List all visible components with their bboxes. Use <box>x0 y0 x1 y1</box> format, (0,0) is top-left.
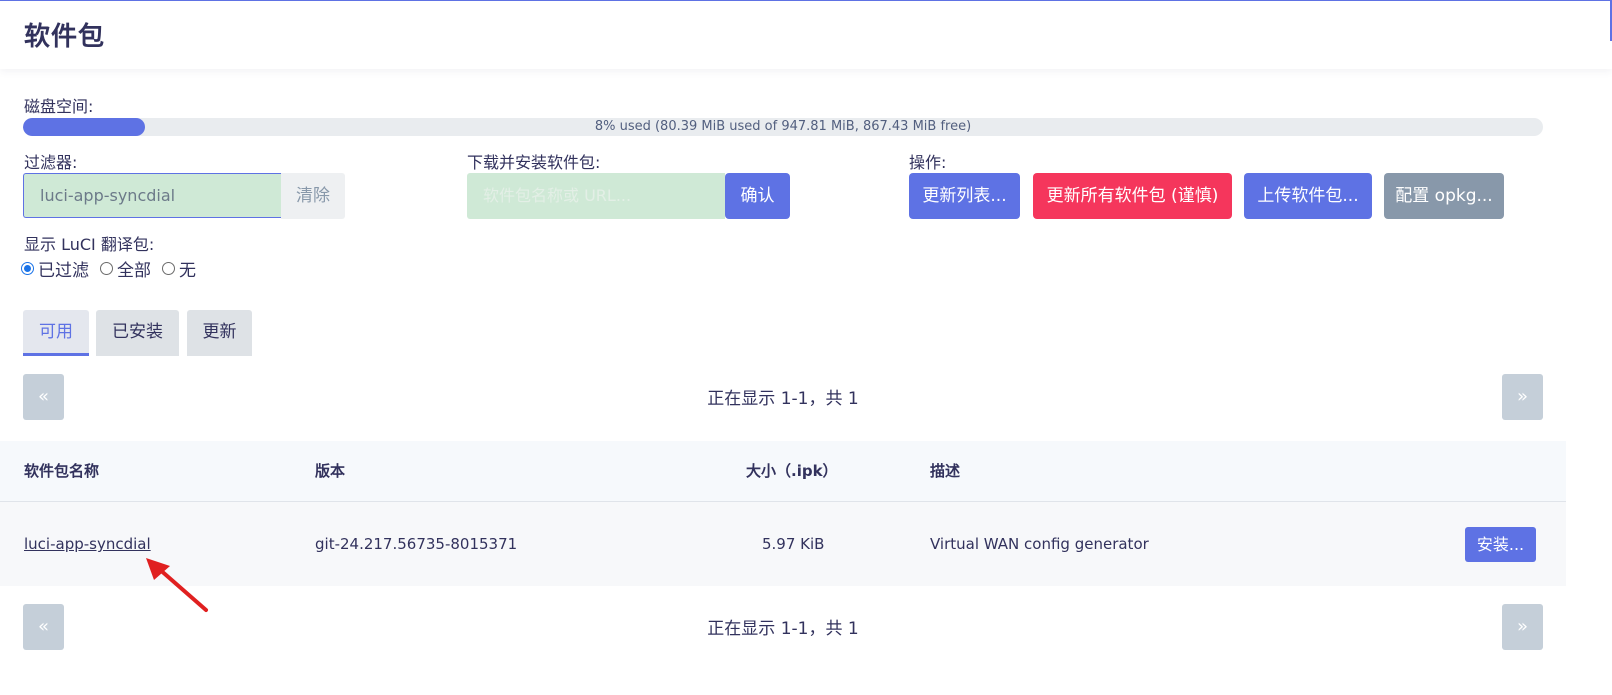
table-row: luci-app-syncdial git-24.217.56735-80153… <box>0 502 1566 586</box>
pager-next-button[interactable]: » <box>1502 374 1543 420</box>
luci-translation-options: 已过滤 全部 无 <box>18 256 204 281</box>
update-lists-button[interactable]: 更新列表... <box>909 173 1020 219</box>
disk-usage-bar: 8% used (80.39 MiB used of 947.81 MiB, 8… <box>23 118 1543 136</box>
clear-filter-button[interactable]: 清除 <box>281 173 345 219</box>
column-header-description: 描述 <box>930 462 961 480</box>
upload-package-button[interactable]: 上传软件包... <box>1244 173 1372 219</box>
filter-input[interactable]: luci-app-syncdial <box>23 173 281 218</box>
package-table-header: 软件包名称 版本 大小（.ipk） 描述 <box>0 441 1566 502</box>
tab-updates[interactable]: 更新 <box>187 310 252 356</box>
disk-usage-text: 8% used (80.39 MiB used of 947.81 MiB, 8… <box>594 119 972 134</box>
disk-space-label: 磁盘空间: <box>24 97 94 116</box>
package-description: Virtual WAN config generator <box>930 535 1149 553</box>
luci-translation-label: 显示 LuCI 翻译包: <box>24 235 155 254</box>
tab-available[interactable]: 可用 <box>23 310 89 356</box>
filter-label: 过滤器: <box>24 153 78 172</box>
radio-none-label: 无 <box>179 260 196 281</box>
package-size: 5.97 KiB <box>762 535 825 553</box>
install-button[interactable]: 安装... <box>1465 527 1536 562</box>
package-name-link[interactable]: luci-app-syncdial <box>24 535 151 553</box>
radio-filtered-label: 已过滤 <box>38 260 89 281</box>
column-header-name: 软件包名称 <box>24 462 100 480</box>
radio-none[interactable] <box>162 261 175 275</box>
column-header-version: 版本 <box>315 462 346 480</box>
pager-status: 正在显示 1-1，共 1 <box>707 389 859 409</box>
annotation-arrow-icon <box>146 558 208 612</box>
page-title: 软件包 <box>24 22 106 52</box>
actions-label: 操作: <box>909 153 947 172</box>
pager-status-bottom: 正在显示 1-1，共 1 <box>707 619 859 639</box>
radio-filtered[interactable] <box>21 261 34 275</box>
tab-installed[interactable]: 已安装 <box>96 310 179 356</box>
page-header: 软件包 <box>0 0 1612 69</box>
confirm-button[interactable]: 确认 <box>725 173 790 219</box>
package-url-input[interactable]: 软件包名称或 URL... <box>467 173 725 219</box>
upgrade-all-button[interactable]: 更新所有软件包 (谨慎) <box>1033 173 1232 219</box>
configure-opkg-button[interactable]: 配置 opkg... <box>1384 173 1504 219</box>
package-version: git-24.217.56735-8015371 <box>315 535 518 553</box>
radio-all[interactable] <box>100 261 113 275</box>
pager-next-button-bottom[interactable]: » <box>1502 604 1543 650</box>
radio-all-label: 全部 <box>117 260 151 281</box>
download-label: 下载并安装软件包: <box>467 153 601 172</box>
column-header-size: 大小（.ipk） <box>746 462 838 480</box>
